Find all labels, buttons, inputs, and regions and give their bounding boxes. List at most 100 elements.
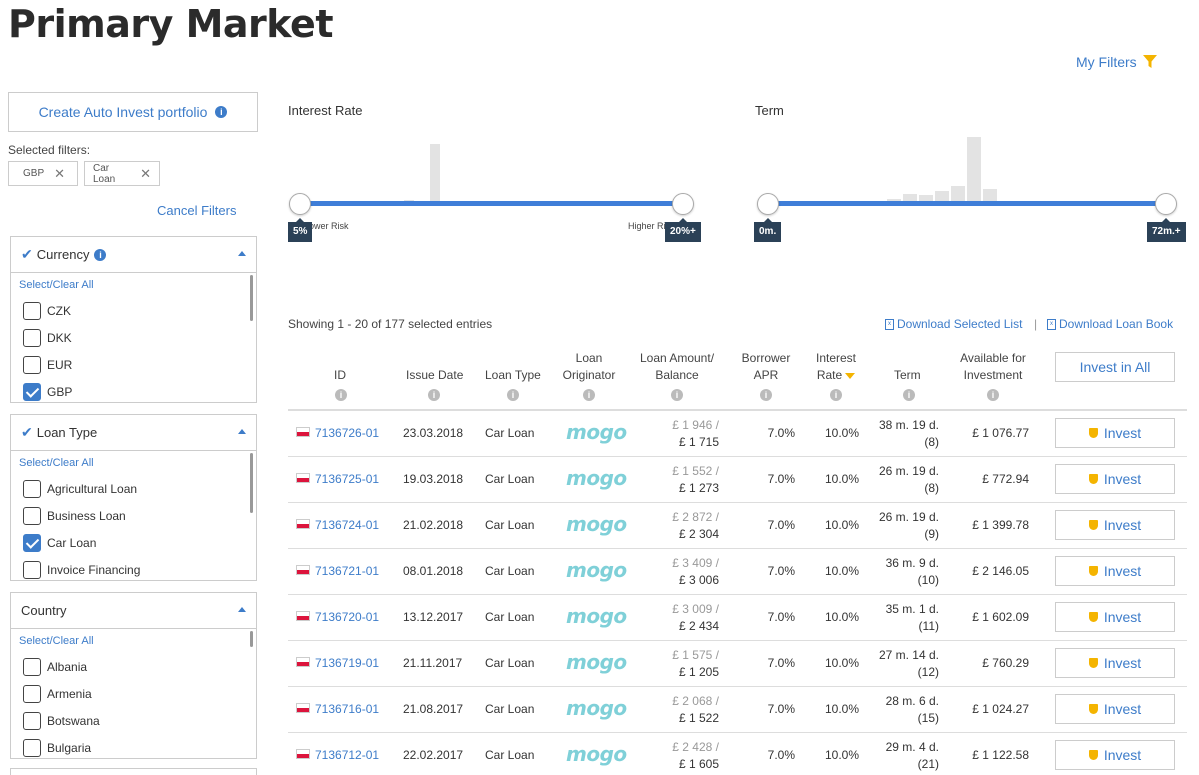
term-track[interactable] [768, 201, 1166, 206]
info-icon[interactable]: i [507, 389, 519, 401]
option-car-loan[interactable]: Car Loan [11, 529, 256, 556]
info-icon[interactable]: i [830, 389, 842, 401]
download-selected-list-link[interactable]: x Download Selected List [885, 317, 1022, 331]
download-loan-book-link[interactable]: x Download Loan Book [1047, 317, 1173, 331]
select-clear-all-link[interactable]: Select/Clear All [11, 629, 256, 653]
close-icon[interactable]: ✕ [140, 166, 151, 182]
invest-button[interactable]: Invest [1055, 740, 1175, 770]
mogo-logo[interactable]: mogo [566, 420, 627, 444]
option-agricultural-loan[interactable]: Agricultural Loan [11, 475, 256, 502]
mogo-logo[interactable]: mogo [566, 696, 627, 720]
option-armenia[interactable]: Armenia [11, 680, 256, 707]
invest-button[interactable]: Invest [1055, 464, 1175, 494]
loan-id-link[interactable]: 7136721-01 [315, 564, 379, 578]
checkbox[interactable] [23, 479, 41, 498]
select-clear-all-link[interactable]: Select/Clear All [11, 451, 256, 475]
mogo-logo[interactable]: mogo [566, 558, 627, 582]
chevron-up-icon[interactable] [238, 429, 246, 434]
mogo-logo[interactable]: mogo [566, 604, 627, 628]
invest-button[interactable]: Invest [1055, 694, 1175, 724]
invest-in-all-button[interactable]: Invest in All [1055, 352, 1175, 382]
checkbox[interactable] [23, 355, 41, 374]
chevron-up-icon[interactable] [238, 607, 246, 612]
option-gbp[interactable]: GBP [11, 378, 256, 402]
filter-chip-car-loan[interactable]: Car Loan ✕ [84, 161, 160, 186]
option-dkk[interactable]: DKK [11, 324, 256, 351]
column-header-borrower-apr[interactable]: Borrower APR [736, 350, 796, 384]
info-icon[interactable]: i [335, 389, 347, 401]
checkbox[interactable] [23, 506, 41, 525]
column-header-loan-type[interactable]: Loan Type [485, 367, 541, 384]
scrollbar[interactable] [250, 631, 253, 647]
select-clear-all-link[interactable]: Select/Clear All [11, 273, 256, 297]
info-icon[interactable]: i [760, 389, 772, 401]
checkbox[interactable] [23, 711, 41, 730]
original-amount: £ 3 409 / [672, 556, 719, 570]
available-for-investment: £ 1 076.77 [972, 426, 1029, 440]
column-header-interest-rate[interactable]: Interest Rate [808, 350, 864, 384]
chevron-up-icon[interactable] [238, 251, 246, 256]
my-filters-link[interactable]: My Filters [1076, 54, 1157, 70]
info-icon[interactable]: i [903, 389, 915, 401]
column-header-term[interactable]: Term [894, 367, 921, 384]
column-header-loan-originator[interactable]: Loan Originator [560, 350, 618, 384]
scrollbar[interactable] [250, 453, 253, 513]
loan-id-link[interactable]: 7136720-01 [315, 610, 379, 624]
checkbox[interactable] [23, 328, 41, 347]
option-albania[interactable]: Albania [11, 653, 256, 680]
filter-chip-gbp[interactable]: GBP ✕ [8, 161, 78, 186]
create-auto-invest-button[interactable]: Create Auto Invest portfolio i [8, 92, 258, 132]
available-for-investment: £ 2 146.05 [972, 564, 1029, 578]
interest-rate-min-handle[interactable] [289, 193, 311, 215]
invest-button[interactable]: Invest [1055, 602, 1175, 632]
interest-rate-track[interactable] [300, 201, 684, 206]
mogo-logo[interactable]: mogo [566, 742, 627, 766]
column-header-available[interactable]: Available for Investment [955, 350, 1031, 384]
term-min-handle[interactable] [757, 193, 779, 215]
option-botswana[interactable]: Botswana [11, 707, 256, 734]
interest-rate-max-handle[interactable] [672, 193, 694, 215]
mogo-logo[interactable]: mogo [566, 466, 627, 490]
info-icon[interactable]: i [215, 106, 228, 118]
checkbox-checked[interactable] [23, 382, 41, 401]
option-invoice-financing[interactable]: Invoice Financing [11, 556, 256, 580]
mogo-logo[interactable]: mogo [566, 650, 627, 674]
info-icon[interactable]: i [583, 389, 595, 401]
scrollbar[interactable] [250, 275, 253, 321]
term-max-handle[interactable] [1155, 193, 1177, 215]
loan-id-link[interactable]: 7136716-01 [315, 702, 379, 716]
filter-panel-header[interactable]: Country [11, 593, 256, 629]
issue-date: 19.03.2018 [403, 472, 464, 486]
invest-button[interactable]: Invest [1055, 510, 1175, 540]
loan-id-link[interactable]: 7136712-01 [315, 748, 379, 762]
info-icon[interactable]: i [987, 389, 999, 401]
option-eur[interactable]: EUR [11, 351, 256, 378]
loan-id-link[interactable]: 7136719-01 [315, 656, 379, 670]
checkbox[interactable] [23, 560, 41, 579]
checkbox[interactable] [23, 657, 41, 676]
info-icon[interactable]: i [428, 389, 440, 401]
invest-button[interactable]: Invest [1055, 418, 1175, 448]
option-czk[interactable]: CZK [11, 297, 256, 324]
checkbox[interactable] [23, 684, 41, 703]
column-header-issue-date[interactable]: Issue Date [406, 367, 463, 384]
checkbox-checked[interactable] [23, 533, 41, 552]
checkbox[interactable] [23, 738, 41, 757]
mogo-logo[interactable]: mogo [566, 512, 627, 536]
filter-panel-header[interactable]: ✔ Currency i [11, 237, 256, 273]
info-icon[interactable]: i [671, 389, 683, 401]
invest-button[interactable]: Invest [1055, 648, 1175, 678]
loan-id-link[interactable]: 7136725-01 [315, 472, 379, 486]
option-bulgaria[interactable]: Bulgaria [11, 734, 256, 758]
close-icon[interactable]: ✕ [54, 166, 65, 182]
column-header-loan-amount[interactable]: Loan Amount/ Balance [636, 350, 718, 384]
info-icon[interactable]: i [94, 248, 107, 261]
filter-panel-header[interactable]: ✔ Loan Type [11, 415, 256, 451]
loan-id-link[interactable]: 7136726-01 [315, 426, 379, 440]
invest-button[interactable]: Invest [1055, 556, 1175, 586]
loan-id-link[interactable]: 7136724-01 [315, 518, 379, 532]
cancel-filters-link[interactable]: Cancel Filters [157, 203, 236, 218]
column-header-id[interactable]: ID [334, 367, 346, 384]
option-business-loan[interactable]: Business Loan [11, 502, 256, 529]
checkbox[interactable] [23, 301, 41, 320]
